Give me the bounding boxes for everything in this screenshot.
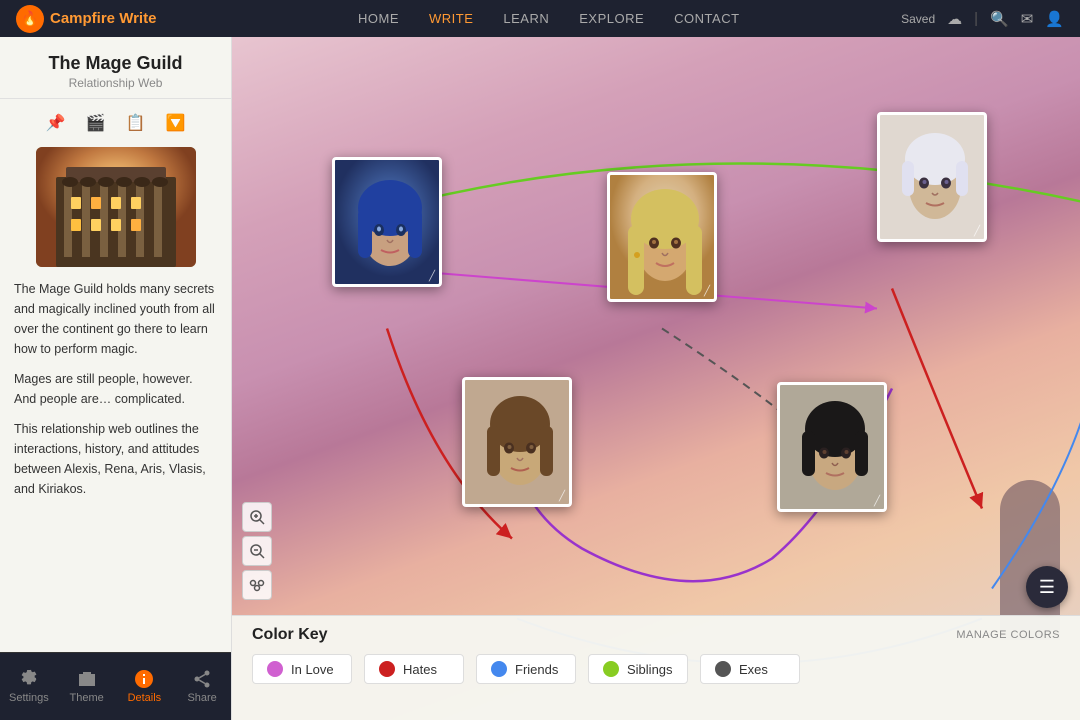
filter-tool[interactable]: 🔽: [162, 109, 190, 137]
color-key-in-love[interactable]: In Love: [252, 654, 352, 684]
character-card-alexis[interactable]: [332, 157, 442, 287]
color-key-siblings[interactable]: Siblings: [588, 654, 688, 684]
sidebar-description: The Mage Guild holds many secrets and ma…: [0, 279, 231, 509]
details-tab-label: Details: [128, 692, 162, 704]
color-key: Color Key MANAGE COLORS In Love Hates Fr…: [232, 615, 1080, 720]
theme-tab[interactable]: Theme: [58, 653, 116, 720]
menu-fab-button[interactable]: ☰: [1026, 566, 1068, 608]
zoom-in-button[interactable]: [242, 502, 272, 532]
zoom-controls: [242, 502, 272, 600]
sidebar: The Mage Guild Relationship Web 📌 🎬 📋 🔽: [0, 37, 232, 720]
bottom-toolbar: Settings Theme Details Share: [0, 652, 231, 720]
nav-contact[interactable]: CONTACT: [674, 11, 739, 26]
hates-dot: [379, 661, 395, 677]
color-key-hates[interactable]: Hates: [364, 654, 464, 684]
color-key-header: Color Key MANAGE COLORS: [252, 626, 1060, 644]
main-layout: The Mage Guild Relationship Web 📌 🎬 📋 🔽: [0, 37, 1080, 720]
theme-tab-label: Theme: [70, 692, 104, 704]
desc-paragraph-1: The Mage Guild holds many secrets and ma…: [14, 279, 217, 359]
color-key-items: In Love Hates Friends Siblings Exes: [252, 654, 1060, 684]
zoom-out-button[interactable]: [242, 536, 272, 566]
nav-right: Saved ☁ | 🔍 ✉ 👤: [901, 10, 1064, 28]
mail-icon[interactable]: ✉: [1021, 10, 1034, 28]
account-icon[interactable]: 👤: [1045, 10, 1064, 28]
logo-text: Campfire Write: [50, 10, 156, 27]
manage-colors-button[interactable]: MANAGE COLORS: [956, 629, 1060, 641]
cloud-icon[interactable]: ☁: [947, 10, 962, 28]
color-key-friends[interactable]: Friends: [476, 654, 576, 684]
details-tab[interactable]: Details: [116, 653, 174, 720]
friends-label: Friends: [515, 662, 558, 677]
canvas-area[interactable]: Color Key MANAGE COLORS In Love Hates Fr…: [232, 37, 1080, 720]
settings-tab[interactable]: Settings: [0, 653, 58, 720]
nav-write[interactable]: WRITE: [429, 11, 473, 26]
character-card-kiriakos[interactable]: [777, 382, 887, 512]
top-navigation: 🔥 Campfire Write HOME WRITE LEARN EXPLOR…: [0, 0, 1080, 37]
nav-learn[interactable]: LEARN: [503, 11, 549, 26]
exes-label: Exes: [739, 662, 768, 677]
group-button[interactable]: [242, 570, 272, 600]
exes-dot: [715, 661, 731, 677]
character-card-aris[interactable]: [462, 377, 572, 507]
friends-dot: [491, 661, 507, 677]
search-icon[interactable]: 🔍: [990, 10, 1009, 28]
sidebar-header: The Mage Guild Relationship Web: [0, 37, 231, 99]
siblings-dot: [603, 661, 619, 677]
share-tab-label: Share: [187, 692, 216, 704]
in-love-dot: [267, 661, 283, 677]
menu-icon: ☰: [1039, 577, 1055, 598]
campfire-logo-icon: 🔥: [16, 5, 44, 33]
project-title: The Mage Guild: [16, 53, 215, 74]
video-tool[interactable]: 🎬: [82, 109, 110, 137]
settings-tab-label: Settings: [9, 692, 49, 704]
in-love-label: In Love: [291, 662, 334, 677]
color-key-exes[interactable]: Exes: [700, 654, 800, 684]
character-card-rena[interactable]: [607, 172, 717, 302]
desc-paragraph-3: This relationship web outlines the inter…: [14, 419, 217, 499]
nav-explore[interactable]: EXPLORE: [579, 11, 644, 26]
sidebar-tools: 📌 🎬 📋 🔽: [0, 99, 231, 147]
layout-tool[interactable]: 📋: [122, 109, 150, 137]
siblings-label: Siblings: [627, 662, 673, 677]
color-key-title: Color Key: [252, 626, 328, 644]
character-card-vlasis[interactable]: [877, 112, 987, 242]
project-image: [36, 147, 196, 267]
hates-label: Hates: [403, 662, 437, 677]
desc-paragraph-2: Mages are still people, however. And peo…: [14, 369, 217, 409]
share-tab[interactable]: Share: [173, 653, 231, 720]
pin-tool[interactable]: 📌: [42, 109, 70, 137]
nav-items: HOME WRITE LEARN EXPLORE CONTACT: [196, 11, 901, 26]
logo[interactable]: 🔥 Campfire Write: [16, 5, 156, 33]
project-subtitle: Relationship Web: [16, 76, 215, 90]
saved-status: Saved: [901, 12, 935, 26]
nav-home[interactable]: HOME: [358, 11, 399, 26]
divider: |: [974, 10, 978, 27]
